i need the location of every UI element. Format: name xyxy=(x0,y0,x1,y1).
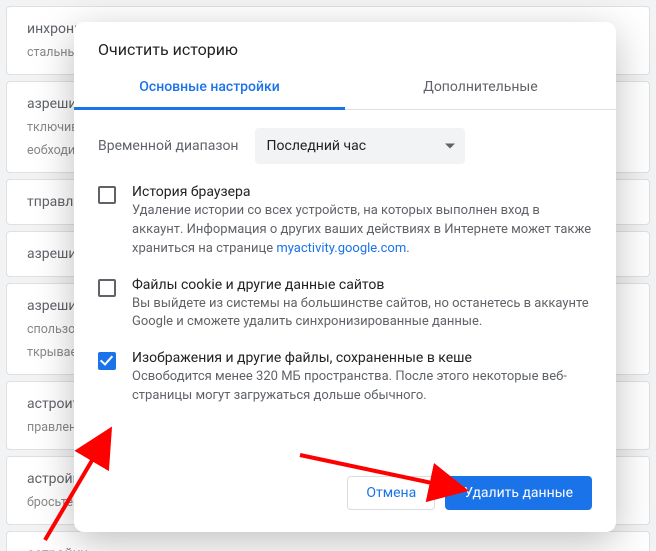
dialog-body: Временной диапазон Последний час История… xyxy=(74,110,616,462)
option-title: Файлы cookie и другие данные сайтов xyxy=(132,277,592,293)
time-range-select[interactable]: Последний час xyxy=(255,128,465,164)
time-range-label: Временной диапазон xyxy=(98,138,239,154)
option-cookies: Файлы cookie и другие данные сайтов Вы в… xyxy=(98,275,592,349)
tab-advanced[interactable]: Дополнительные xyxy=(345,67,616,109)
cancel-button[interactable]: Отмена xyxy=(347,476,435,510)
dialog-tabs: Основные настройки Дополнительные xyxy=(74,67,616,110)
chevron-down-icon xyxy=(445,144,455,149)
option-title: История браузера xyxy=(132,184,592,200)
clear-browsing-data-dialog: Очистить историю Основные настройки Допо… xyxy=(74,22,616,532)
time-range-value: Последний час xyxy=(267,138,367,154)
dialog-title: Очистить историю xyxy=(74,22,616,67)
option-browsing-history: История браузера Удаление истории со все… xyxy=(98,182,592,275)
tab-basic[interactable]: Основные настройки xyxy=(74,67,345,109)
checkbox-cookies[interactable] xyxy=(98,279,116,297)
option-desc: Удаление истории со всех устройств, на к… xyxy=(132,202,592,259)
time-range-row: Временной диапазон Последний час xyxy=(98,128,592,164)
option-desc: Освободится менее 320 МБ пространства. П… xyxy=(132,368,592,406)
clear-data-button[interactable]: Удалить данные xyxy=(445,476,592,510)
dialog-buttons: Отмена Удалить данные xyxy=(74,462,616,532)
checkbox-browsing-history[interactable] xyxy=(98,186,116,204)
option-desc: Вы выйдете из системы на большинстве сай… xyxy=(132,295,592,333)
option-title: Изображения и другие файлы, сохраненные … xyxy=(132,350,592,366)
bg-line: астройки xyxy=(19,542,637,551)
option-cached-images: Изображения и другие файлы, сохраненные … xyxy=(98,348,592,422)
myactivity-link[interactable]: myactivity.google.com xyxy=(276,241,406,256)
checkbox-cached-images[interactable] xyxy=(98,352,116,370)
